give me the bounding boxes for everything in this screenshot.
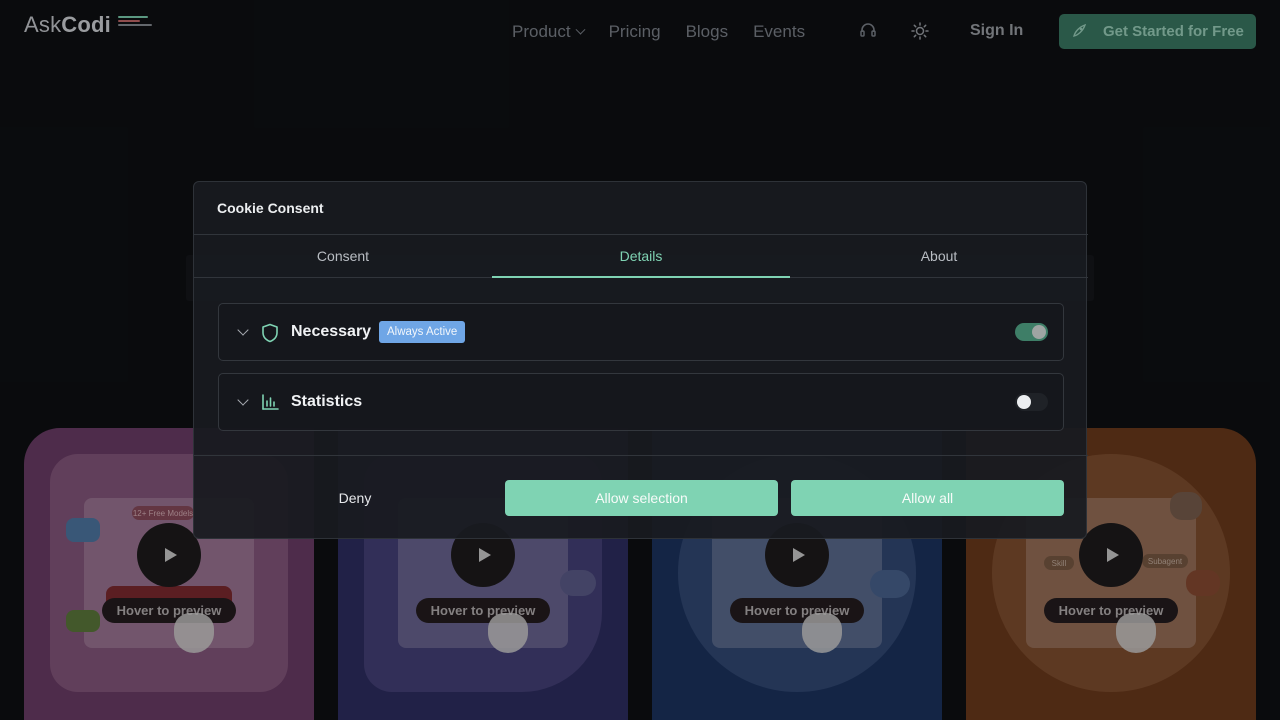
toggle-knob [1017,395,1031,409]
category-statistics[interactable]: Statistics [218,373,1064,431]
allow-selection-button[interactable]: Allow selection [505,480,778,516]
bar-chart-icon [262,394,279,410]
footer-divider [194,455,1088,456]
dialog-title: Cookie Consent [217,200,324,216]
chevron-down-icon[interactable] [237,324,249,336]
necessary-toggle[interactable] [1015,323,1048,341]
tab-details[interactable]: Details [492,235,790,278]
tab-consent[interactable]: Consent [194,235,492,277]
cookie-consent-dialog: Cookie Consent Consent Details About Nec… [193,181,1088,539]
toggle-knob [1032,325,1046,339]
always-active-badge: Always Active [379,321,466,343]
chevron-down-icon[interactable] [237,394,249,406]
consent-tabs: Consent Details About [194,234,1088,278]
tab-about[interactable]: About [790,235,1088,277]
category-necessary[interactable]: Necessary Always Active [218,303,1064,361]
allow-all-button[interactable]: Allow all [791,480,1064,516]
category-name: Necessary [291,323,372,340]
deny-button[interactable]: Deny [217,480,493,516]
shield-icon [262,323,278,343]
statistics-toggle[interactable] [1015,393,1048,411]
category-name: Statistics [291,393,363,410]
